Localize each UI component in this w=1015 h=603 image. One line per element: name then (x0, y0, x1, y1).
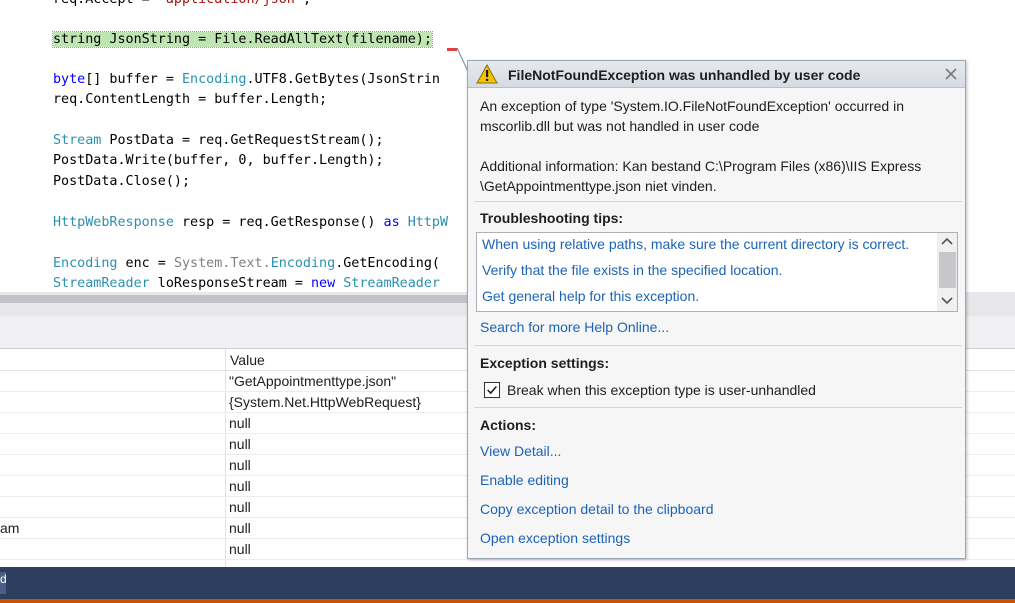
tool-window-tab-label: d (0, 572, 7, 586)
section-divider (474, 345, 962, 346)
additional-info-line: Additional information: Kan bestand C:\P… (480, 158, 922, 174)
break-when-unhandled-label[interactable]: Break when this exception type is user-u… (507, 382, 816, 398)
troubleshooting-tips-title: Troubleshooting tips: (480, 210, 624, 226)
row-value: null (229, 415, 251, 431)
row-value: null (229, 541, 251, 557)
exception-title-bar: FileNotFoundException was unhandled by u… (468, 61, 965, 88)
exception-helper-popup: FileNotFoundException was unhandled by u… (467, 60, 966, 559)
section-divider (474, 407, 962, 408)
row-value: {System.Net.HttpWebRequest} (229, 394, 421, 410)
enable-editing-link[interactable]: Enable editing (480, 472, 569, 488)
exception-settings-title: Exception settings: (480, 355, 610, 371)
chevron-up-icon[interactable] (940, 235, 954, 247)
exception-message: An exception of type 'System.IO.FileNotF… (480, 96, 960, 136)
row-value: null (229, 499, 251, 515)
scrollbar-thumb[interactable] (0, 295, 470, 303)
exception-title: FileNotFoundException was unhandled by u… (508, 67, 861, 83)
row-value: null (229, 520, 251, 536)
tip-link-general-help[interactable]: Get general help for this exception. (482, 288, 699, 304)
row-value: null (229, 457, 251, 473)
value-column-header[interactable]: Value (230, 352, 265, 368)
exception-message-line: mscorlib.dll but was not handled in user… (480, 118, 760, 134)
additional-info-line: \GetAppointmenttype.json niet vinden. (480, 178, 717, 194)
troubleshooting-tips-list: When using relative paths, make sure the… (476, 232, 958, 312)
row-value: null (229, 478, 251, 494)
tip-link-verify-file[interactable]: Verify that the file exists in the speci… (482, 262, 782, 278)
row-value: "GetAppointmenttype.json" (229, 373, 397, 389)
chevron-down-icon[interactable] (940, 295, 954, 307)
tool-window-tab[interactable]: d (0, 572, 7, 594)
status-bar (0, 599, 1015, 603)
tip-link-relative-paths[interactable]: When using relative paths, make sure the… (482, 236, 909, 252)
exception-message-line: An exception of type 'System.IO.FileNotF… (480, 98, 904, 114)
row-name: am (0, 520, 20, 536)
tips-scrollbar-thumb[interactable] (939, 252, 956, 288)
break-when-unhandled-checkbox[interactable] (484, 382, 500, 398)
copy-exception-detail-link[interactable]: Copy exception detail to the clipboard (480, 501, 713, 517)
checkmark-icon (487, 385, 497, 395)
exception-additional-info: Additional information: Kan bestand C:\P… (480, 156, 960, 196)
close-icon[interactable] (943, 66, 959, 82)
open-exception-settings-link[interactable]: Open exception settings (480, 530, 630, 546)
view-detail-link[interactable]: View Detail... (480, 443, 561, 459)
actions-title: Actions: (480, 417, 536, 433)
tool-window-tabs-bar: d (0, 567, 1015, 599)
tips-scrollbar[interactable] (937, 233, 957, 311)
search-help-online-link[interactable]: Search for more Help Online... (480, 319, 669, 335)
row-value: null (229, 436, 251, 452)
section-divider (474, 201, 962, 202)
warning-icon (476, 64, 498, 84)
